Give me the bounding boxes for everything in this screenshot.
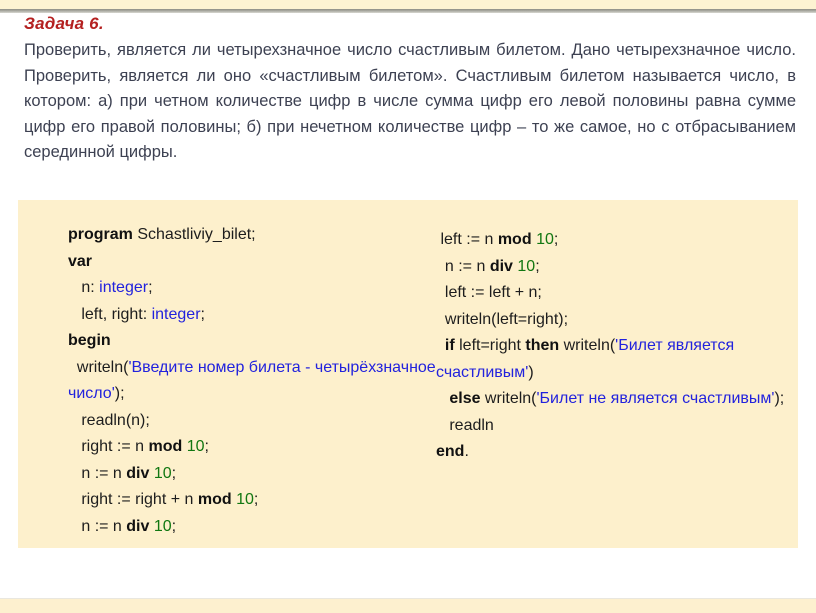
code-line: else writeln('Билет не является счастлив… xyxy=(436,386,786,413)
code-token-type: integer xyxy=(151,305,201,323)
code-token-plain: ); xyxy=(774,390,785,407)
code-token-plain: ); xyxy=(114,385,125,402)
problem-statement: Задача 6. Проверить, является ли четырех… xyxy=(24,14,796,166)
code-line: n := n div 10; xyxy=(68,461,448,488)
code-token-kw: mod xyxy=(197,491,232,508)
code-panel: program Schastliviy_bilet;var n: integer… xyxy=(18,200,798,548)
code-token-plain: readln(n); xyxy=(68,411,150,429)
code-token-plain: ; xyxy=(535,257,540,275)
code-token-kw: mod xyxy=(148,438,183,455)
code-token-kw: div xyxy=(126,464,150,482)
code-token-plain: left, right: xyxy=(68,305,152,323)
code-token-kw: begin xyxy=(68,332,111,349)
code-token-plain: n := n xyxy=(68,464,127,482)
code-token-num: 10 xyxy=(186,438,205,455)
code-token-plain: right := n xyxy=(68,438,149,455)
code-token-plain: Schastliviy_bilet; xyxy=(132,226,256,243)
code-column-right: left := n mod 10; n := n div 10; left :=… xyxy=(436,227,786,466)
code-token-num: 10 xyxy=(153,517,172,535)
code-token-plain: left=right xyxy=(454,337,526,354)
code-token-plain: left := left + n; xyxy=(436,284,542,301)
code-token-num: 10 xyxy=(153,464,172,482)
code-token-plain: ; xyxy=(553,231,559,248)
code-line: begin xyxy=(68,328,448,355)
code-line: right := right + n mod 10; xyxy=(68,487,448,514)
code-token-plain: ; xyxy=(204,438,209,455)
page-title: Задача 6. xyxy=(24,14,104,33)
code-token-plain: readln xyxy=(436,416,494,434)
code-line: n: integer; xyxy=(68,275,448,302)
code-line: var xyxy=(68,249,448,276)
code-token-kw: if xyxy=(444,337,455,354)
code-line: n := n div 10; xyxy=(436,254,786,281)
code-token-str: 'Билет не является счастливым' xyxy=(536,390,775,407)
code-token-plain: writeln(left=right); xyxy=(436,310,569,328)
code-line: program Schastliviy_bilet; xyxy=(68,222,448,249)
problem-description: Проверить, является ли четырехзначное чи… xyxy=(24,41,796,161)
code-token-plain: ) xyxy=(528,363,534,381)
code-line: right := n mod 10; xyxy=(68,434,448,461)
code-token-plain: n := n xyxy=(68,517,127,535)
code-columns: program Schastliviy_bilet;var n: integer… xyxy=(18,200,798,548)
slide: Задача 6. Проверить, является ли четырех… xyxy=(0,0,816,613)
code-line: left := left + n; xyxy=(436,280,786,307)
code-token-kw: mod xyxy=(497,231,532,248)
code-token-kw: var xyxy=(68,252,93,270)
code-token-plain: ; xyxy=(148,279,153,296)
code-token-kw: then xyxy=(525,337,560,354)
code-token-kw: end xyxy=(436,443,465,460)
code-token-kw: program xyxy=(68,226,133,243)
code-line: readln(n); xyxy=(68,408,448,435)
code-token-plain: right := right + n xyxy=(68,491,198,508)
code-line: n := n div 10; xyxy=(68,514,448,541)
code-token-plain: writeln( xyxy=(480,390,537,407)
code-token-num: 10 xyxy=(536,231,554,248)
code-token-plain: ; xyxy=(200,305,205,323)
code-token-kw: div xyxy=(489,257,513,275)
code-line: writeln('Введите номер билета - четырёхз… xyxy=(68,355,448,408)
code-token-plain: n := n xyxy=(436,257,490,275)
code-line: readln xyxy=(436,413,786,440)
code-token-plain: left := n xyxy=(436,231,498,248)
code-line: writeln(left=right); xyxy=(436,307,786,334)
code-token-plain: ; xyxy=(253,491,259,508)
top-decorative-band xyxy=(0,0,816,9)
code-line: if left=right then writeln('Билет являет… xyxy=(436,333,786,386)
code-token-plain: n: xyxy=(68,279,100,296)
top-divider-rule xyxy=(0,9,816,13)
code-line: end. xyxy=(436,439,786,466)
code-token-type: integer xyxy=(99,279,149,296)
code-token-num: 10 xyxy=(236,491,254,508)
code-token-num: 10 xyxy=(517,257,536,275)
code-token-plain: writeln( xyxy=(68,358,129,376)
code-token-kw: else xyxy=(449,390,481,407)
code-line: left, right: integer; xyxy=(68,302,448,329)
code-token-plain: writeln( xyxy=(559,337,616,354)
bottom-decorative-band xyxy=(0,599,816,613)
code-token-plain: . xyxy=(464,443,469,460)
code-token-kw: div xyxy=(126,517,150,535)
code-column-left: program Schastliviy_bilet;var n: integer… xyxy=(68,222,448,540)
code-line: left := n mod 10; xyxy=(436,227,786,254)
code-token-plain: ; xyxy=(171,517,177,535)
code-token-plain: ; xyxy=(171,464,177,482)
